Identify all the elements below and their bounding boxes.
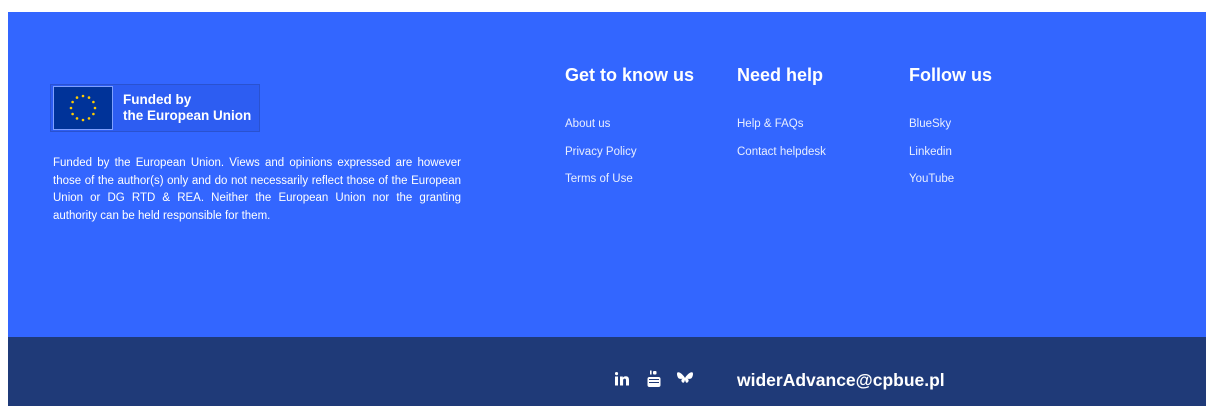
column-title-need-help: Need help (737, 65, 824, 85)
column-links-follow-us: BlueSky Linkedin YouTube (909, 117, 954, 200)
eu-logo-line2: the European Union (123, 108, 252, 123)
column-links-get-to-know-us: About us Privacy Policy Terms of Use (565, 117, 637, 200)
link-about-us[interactable]: About us (565, 117, 637, 131)
link-terms-of-use[interactable]: Terms of Use (565, 172, 637, 186)
social-icons (615, 370, 709, 388)
column-title-get-to-know-us: Get to know us (565, 65, 695, 85)
link-bluesky[interactable]: BlueSky (909, 117, 954, 131)
contact-email[interactable]: widerAdvance@cpbue.pl (737, 370, 945, 391)
column-links-need-help: Help & FAQs Contact helpdesk (737, 117, 826, 172)
link-youtube[interactable]: YouTube (909, 172, 954, 186)
eu-logo-line1: Funded by (123, 92, 192, 107)
link-help-faqs[interactable]: Help & FAQs (737, 117, 826, 131)
youtube-icon[interactable] (647, 370, 661, 388)
eu-logo-text: Funded by the European Union (123, 92, 251, 124)
eu-funding-logo: Funded by the European Union (50, 84, 260, 132)
bluesky-icon[interactable] (677, 372, 693, 386)
column-title-follow-us: Follow us (909, 65, 992, 85)
linkedin-icon[interactable] (615, 372, 631, 386)
footer-bottom-bar (8, 337, 1206, 406)
link-privacy-policy[interactable]: Privacy Policy (565, 145, 637, 159)
link-contact-helpdesk[interactable]: Contact helpdesk (737, 145, 826, 159)
link-linkedin[interactable]: Linkedin (909, 145, 954, 159)
funding-disclaimer: Funded by the European Union. Views and … (53, 157, 461, 222)
eu-flag-icon (53, 86, 113, 130)
